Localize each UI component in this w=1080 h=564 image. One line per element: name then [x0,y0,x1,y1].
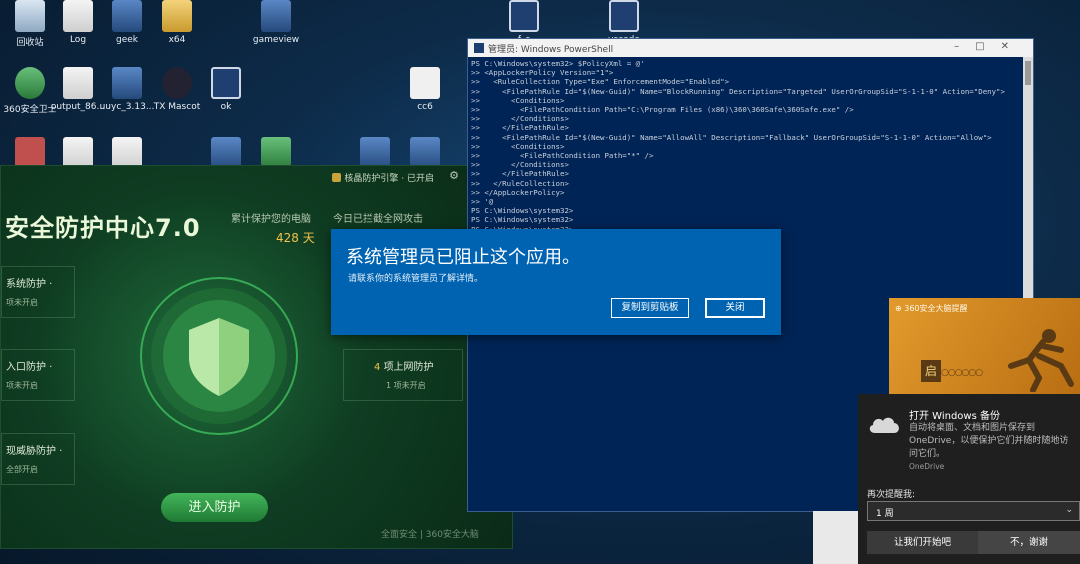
desktop-icon-x64[interactable]: x64 [147,0,207,45]
module-entry-protection[interactable]: 入口防护 · 项未开启 [1,349,75,401]
desktop-icon-label: x64 [168,35,186,45]
dialog-message: 请联系你的系统管理员了解详情。 [348,274,484,284]
chevron-down-icon: ⌄ [1065,505,1073,515]
copy-to-clipboard-button[interactable]: 复制到剪贴板 [611,298,689,318]
shield-plus-icon [15,67,45,99]
remind-selected-value: 1 周 [876,509,894,519]
close-icon[interactable]: ✕ [1001,41,1025,52]
engine-status: 核晶防护引擎 · 已开启 [332,171,434,184]
no-thanks-button[interactable]: 不，谢谢 [978,531,1080,554]
powershell-icon [474,43,484,53]
background-window[interactable] [813,511,863,564]
remind-select[interactable]: 1 周 ⌄ [867,501,1080,521]
start-backup-button[interactable]: 让我们开始吧 [867,531,978,554]
module-status: 项未开启 [6,298,38,307]
minimize-icon[interactable]: – [954,41,975,52]
desktop-icon-label: ok [220,102,232,112]
console-line: PS C:\Windows\system32> [471,215,574,225]
protect-days-value: 428 天 [276,231,315,245]
remind-label: 再次提醒我: [867,490,916,500]
window-app-icon [609,0,639,32]
runner-figure-icon [1008,329,1074,392]
window-controls[interactable]: –□✕ [954,41,1025,52]
popup-title-text: 360安全大脑提醒 [904,304,968,313]
app-blocked-dialog[interactable]: 系统管理员已阻止这个应用。 请联系你的系统管理员了解详情。 复制到剪贴板 关闭 [331,229,781,335]
console-line: >> <FilePathRule Id="$(New-Guid)" Name="… [471,132,992,142]
gear-icon[interactable]: ⚙ [449,169,459,182]
security-title: 安全防护中心7.0 [5,214,201,242]
desktop-icon-label: gameview [252,35,300,45]
chain-icon: ○○○○○○ [941,368,983,378]
module-status: 项未开启 [6,381,38,390]
scrollbar-thumb[interactable] [1025,61,1031,85]
file-icon [63,67,93,99]
console-line: >> <Conditions> [471,95,565,105]
recycle-bin-icon [15,0,45,32]
console-line: >> </Conditions> [471,114,569,124]
console-line: PS C:\Windows\system32> $PolicyXml = @' [471,59,645,68]
security-titlebar[interactable]: 核晶防护引擎 · 已开启 ⚙ [1,166,512,188]
enter-protection-button[interactable]: 进入防护 [161,493,268,522]
app-icon [261,0,291,32]
security-center-window[interactable]: 核晶防护引擎 · 已开启 ⚙ 安全防护中心7.0 累计保护您的电脑 428 天 … [0,165,513,549]
engine-icon [332,173,342,182]
powershell-titlebar[interactable]: 管理员: Windows PowerShell –□✕ [468,39,1033,57]
powershell-title: 管理员: Windows PowerShell [488,45,614,55]
toast-body: 自动将桌面、文档和图片保存到 OneDrive，以便保护它们并随时随地访问它们。 [909,423,1069,459]
toast-source: OneDrive [909,462,945,471]
desktop-icon-label: cc6 [417,102,433,112]
lock-box-icon: 启 [921,360,941,382]
attacks-blocked-label: 今日已拦截全网攻击 [333,214,423,225]
desktop-icon-ok[interactable]: ok [196,67,256,112]
module-web-protection[interactable]: 4 项上网防护 1 项未开启 [343,349,463,401]
window-app-icon [509,0,539,32]
console-line: >> '@ [471,197,494,207]
onedrive-notification[interactable]: 打开 Windows 备份 自动将桌面、文档和图片保存到 OneDrive，以便… [858,394,1080,564]
console-line: >> <AppLockerPolicy Version="1"> [471,68,614,78]
window-app-icon [211,67,241,99]
module-system-protection[interactable]: 系统防护 · 项未开启 [1,266,75,318]
module-name: 现威胁防护 · [6,446,63,457]
console-line: >> </FilePathRule> [471,123,569,133]
engine-status-label: 核晶防护引擎 · 已开启 [344,174,434,184]
module-name: 入口防护 · [6,362,53,373]
console-line: >> </Conditions> [471,160,569,170]
desktop-icon-gameview[interactable]: gameview [246,0,306,45]
file-icon [63,0,93,32]
module-name: 4 项上网防护 [374,358,434,373]
console-line: >> <RuleCollection Type="Exe" Enforcemen… [471,77,730,87]
desktop-icon-cc6[interactable]: cc6 [395,67,455,112]
close-button[interactable]: 关闭 [705,298,765,318]
console-line: >> <FilePathCondition Path="*" /> [471,151,654,161]
module-threat-protection[interactable]: 现威胁防护 · 全部开启 [1,433,75,485]
maximize-icon[interactable]: □ [975,41,1000,52]
cc-app-icon [410,67,440,99]
console-line: >> </FilePathRule> [471,169,569,179]
protect-days-label: 累计保护您的电脑 [231,214,311,225]
app-icon [112,0,142,32]
module-name: 系统防护 · [6,279,53,290]
console-line: >> </AppLockerPolicy> [471,187,565,197]
module-status: 1 项未开启 [386,381,426,390]
console-line: >> </RuleCollection> [471,178,569,188]
console-line: >> <FilePathRule Id="$(New-Guid)" Name="… [471,86,1005,96]
security-footer: 全面安全 | 360安全大脑 [381,530,479,540]
folder-icon [162,0,192,32]
cat-icon [162,67,192,99]
app-icon [112,67,142,99]
toast-title: 打开 Windows 备份 [909,411,1000,422]
dialog-heading: 系统管理员已阻止这个应用。 [346,247,580,268]
console-line: >> <Conditions> [471,141,565,151]
powershell-console[interactable]: PS C:\Windows\system32> $PolicyXml = @' >… [468,57,1033,236]
module-status: 全部开启 [6,465,38,474]
console-line: PS C:\Windows\system32> [471,206,574,216]
module-name-text: 项上网防护 [383,362,434,373]
popup-title: ⊕ 360安全大脑提醒 [895,304,968,313]
module-count: 4 [374,362,381,373]
console-line: >> <FilePathCondition Path="C:\Program F… [471,105,854,115]
shield-icon [140,277,298,435]
cloud-icon [869,417,899,433]
security-brain-popup[interactable]: ⊕ 360安全大脑提醒 启 ○○○○○○ [889,298,1080,394]
